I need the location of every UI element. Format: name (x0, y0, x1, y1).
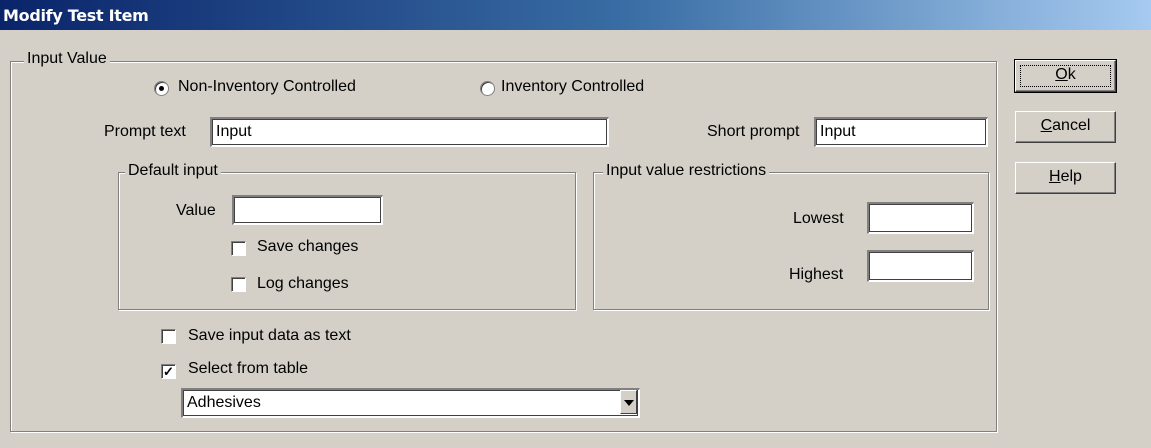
short-prompt-input[interactable]: Input (814, 117, 988, 147)
highest-input[interactable] (867, 250, 974, 282)
highest-label: Highest (789, 266, 844, 283)
table-select-value: Adhesives (187, 394, 261, 411)
dropdown-arrow-button[interactable] (620, 390, 637, 414)
title-bar: Modify Test Item (0, 0, 1151, 30)
table-select[interactable]: Adhesives (181, 388, 640, 418)
log-changes-checkbox[interactable] (231, 277, 246, 292)
lowest-input[interactable] (867, 202, 974, 234)
cancel-button[interactable]: Cancel (1015, 111, 1116, 143)
non-inventory-label[interactable]: Non-Inventory Controlled (178, 77, 356, 97)
select-from-table-checkbox[interactable]: ✓ (161, 364, 176, 379)
lowest-label: Lowest (793, 210, 844, 227)
inventory-label[interactable]: Inventory Controlled (501, 77, 644, 97)
input-restrictions-legend: Input value restrictions (603, 162, 770, 180)
save-as-text-label[interactable]: Save input data as text (188, 326, 351, 346)
input-restrictions-group (593, 172, 989, 310)
window-title: Modify Test Item (3, 6, 149, 25)
short-prompt-label: Short prompt (707, 123, 800, 140)
default-value-input[interactable] (232, 195, 383, 225)
save-as-text-checkbox[interactable] (161, 329, 176, 344)
save-changes-label[interactable]: Save changes (257, 237, 358, 257)
save-changes-checkbox[interactable] (231, 241, 246, 256)
help-button[interactable]: Help (1015, 162, 1116, 194)
default-input-legend: Default input (125, 162, 221, 180)
ok-button[interactable]: Ok (1014, 59, 1117, 93)
inventory-radio[interactable] (480, 81, 495, 96)
input-value-legend: Input Value (24, 50, 110, 68)
non-inventory-radio[interactable] (154, 81, 169, 96)
chevron-down-icon (624, 400, 634, 406)
prompt-text-input[interactable]: Input (210, 117, 609, 147)
value-label: Value (176, 202, 216, 219)
prompt-text-label: Prompt text (104, 123, 186, 140)
select-from-table-label[interactable]: Select from table (188, 359, 308, 379)
log-changes-label[interactable]: Log changes (257, 274, 349, 294)
